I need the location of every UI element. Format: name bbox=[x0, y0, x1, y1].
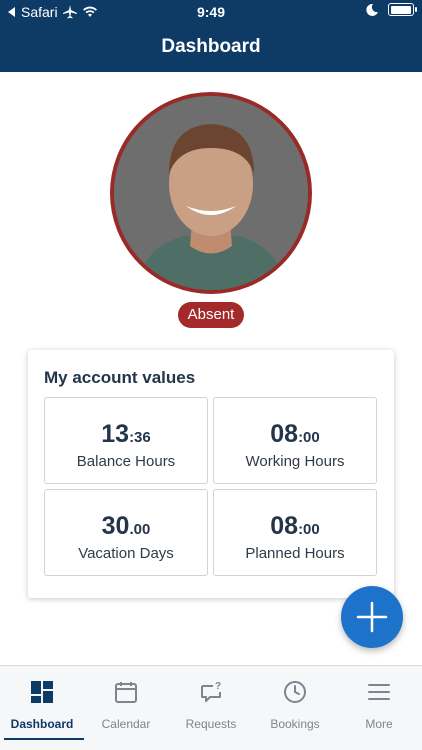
tab-more[interactable]: More bbox=[337, 666, 421, 750]
tab-label: Bookings bbox=[270, 717, 320, 731]
top-bar: Safari 9:49 Dashboard bbox=[0, 0, 422, 72]
tab-label: Calendar bbox=[101, 717, 151, 731]
menu-icon bbox=[368, 684, 390, 700]
moon-icon bbox=[366, 3, 378, 16]
card-title: My account values bbox=[44, 368, 196, 387]
tile-value: 30.00 bbox=[101, 512, 151, 540]
battery-icon bbox=[388, 3, 417, 16]
working-hours-tile[interactable]: 08:00 Working Hours bbox=[213, 397, 377, 484]
tab-calendar[interactable]: Calendar bbox=[84, 666, 168, 750]
calendar-icon bbox=[115, 682, 137, 703]
tab-bar: Dashboard Calendar ? Requests Bookings M… bbox=[0, 665, 422, 750]
vacation-days-tile[interactable]: 30.00 Vacation Days bbox=[44, 489, 208, 576]
plus-icon bbox=[356, 601, 388, 633]
dashboard-grid-icon bbox=[31, 681, 53, 703]
active-tab-indicator bbox=[4, 738, 84, 740]
tile-label: Balance Hours bbox=[76, 453, 176, 470]
tab-dashboard[interactable]: Dashboard bbox=[0, 666, 84, 750]
tab-requests[interactable]: ? Requests bbox=[169, 666, 253, 750]
status-bar: Safari 9:49 bbox=[0, 0, 422, 24]
add-button[interactable] bbox=[341, 586, 403, 648]
status-badge: Absent bbox=[178, 302, 244, 328]
avatar[interactable] bbox=[110, 92, 312, 294]
page-title: Dashboard bbox=[161, 36, 261, 57]
avatar-portrait bbox=[114, 96, 308, 290]
planned-hours-tile[interactable]: 08:00 Planned Hours bbox=[213, 489, 377, 576]
tab-bookings[interactable]: Bookings bbox=[253, 666, 337, 750]
chat-question-icon: ? bbox=[201, 681, 221, 702]
tile-value: 08:00 bbox=[270, 512, 320, 540]
status-right bbox=[366, 3, 417, 16]
tab-label: More bbox=[365, 717, 393, 731]
tile-value: 08:00 bbox=[270, 420, 320, 448]
tile-label: Working Hours bbox=[245, 453, 345, 470]
tab-label: Dashboard bbox=[10, 717, 74, 731]
balance-hours-tile[interactable]: 13:36 Balance Hours bbox=[44, 397, 208, 484]
account-values-card: My account values 13:36 Balance Hours 08… bbox=[28, 350, 394, 598]
svg-text:?: ? bbox=[215, 681, 221, 692]
clock-time: 9:49 bbox=[196, 4, 226, 20]
tile-label: Vacation Days bbox=[78, 545, 174, 562]
clock-icon bbox=[284, 681, 306, 703]
tile-value: 13:36 bbox=[101, 420, 151, 448]
tab-label: Requests bbox=[185, 717, 237, 731]
tile-label: Planned Hours bbox=[245, 545, 345, 562]
